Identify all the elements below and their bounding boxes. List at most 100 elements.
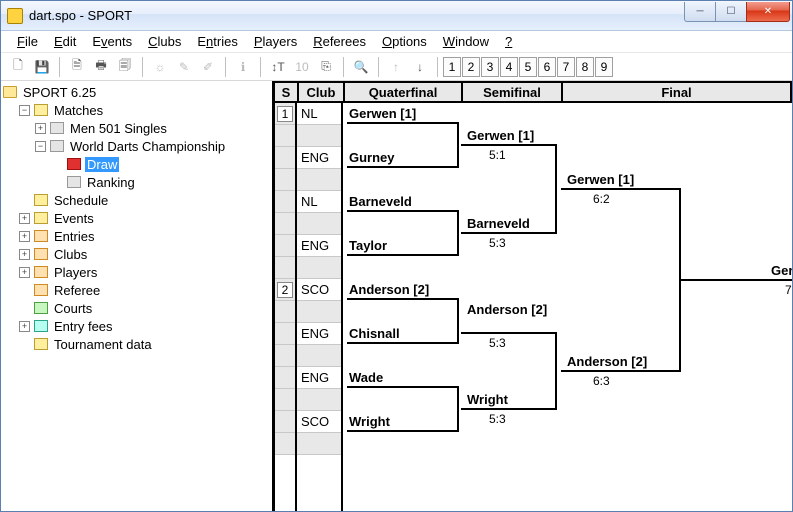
view-9[interactable]: 9 bbox=[595, 57, 613, 77]
save-icon[interactable]: 💾 bbox=[31, 56, 53, 78]
tree-draw[interactable]: Draw bbox=[3, 155, 270, 173]
club-r11: ENG bbox=[297, 323, 341, 345]
events-icon bbox=[34, 212, 48, 224]
up-icon[interactable]: ↑ bbox=[385, 56, 407, 78]
menu-events[interactable]: Events bbox=[84, 32, 140, 51]
tree: SPORT 6.25 − Matches + Men 501 Singles −… bbox=[3, 83, 270, 353]
f-w1: Gerwen [1] bbox=[567, 172, 634, 187]
maximize-button[interactable]: ☐ bbox=[715, 2, 747, 22]
view-3[interactable]: 3 bbox=[481, 57, 499, 77]
minimize-button[interactable]: ─ bbox=[684, 2, 716, 22]
fees-icon bbox=[34, 320, 48, 332]
club-r5: NL bbox=[297, 191, 341, 213]
tree-matches[interactable]: − Matches bbox=[3, 101, 270, 119]
folder-icon bbox=[3, 86, 17, 98]
qf-p4: Taylor bbox=[349, 238, 387, 253]
menu-players[interactable]: Players bbox=[246, 32, 305, 51]
view-6[interactable]: 6 bbox=[538, 57, 556, 77]
f-s2: 6:3 bbox=[593, 374, 610, 388]
bracket-header: S Club Quaterfinal Semifinal Final bbox=[273, 81, 792, 103]
tree-entryfees[interactable]: + Entry fees bbox=[3, 317, 270, 335]
print-icon[interactable]: 🖶 bbox=[90, 56, 112, 78]
tree-events[interactable]: + Events bbox=[3, 209, 270, 227]
col-qf: Quaterfinal bbox=[345, 83, 463, 101]
separator bbox=[225, 57, 226, 77]
page-icon[interactable]: 🗎 bbox=[66, 56, 88, 78]
sf-w3: Anderson [2] bbox=[467, 302, 547, 317]
item-icon bbox=[67, 176, 81, 188]
app-window: dart.spo - SPORT ─ ☐ ✕ File Edit Events … bbox=[0, 0, 793, 512]
club-col: NL ENG NL ENG SCO ENG ENG SCO bbox=[297, 103, 343, 511]
tree-players[interactable]: + Players bbox=[3, 263, 270, 281]
view-2[interactable]: 2 bbox=[462, 57, 480, 77]
draw-icon bbox=[67, 158, 81, 170]
qf-p7: Wade bbox=[349, 370, 383, 385]
separator bbox=[437, 57, 438, 77]
col-club: Club bbox=[299, 83, 345, 101]
sf-s2: 5:3 bbox=[489, 236, 506, 250]
tag-icon[interactable]: ⎘ bbox=[315, 56, 337, 78]
ten-icon[interactable]: 10 bbox=[291, 56, 313, 78]
entries-icon bbox=[34, 230, 48, 242]
courts-icon bbox=[34, 302, 48, 314]
sun-icon[interactable]: ☼ bbox=[149, 56, 171, 78]
tree-courts[interactable]: Courts bbox=[3, 299, 270, 317]
view-4[interactable]: 4 bbox=[500, 57, 518, 77]
f-s1: 6:2 bbox=[593, 192, 610, 206]
tree-root[interactable]: SPORT 6.25 bbox=[3, 83, 270, 101]
view-1[interactable]: 1 bbox=[443, 57, 461, 77]
sf-s4: 5:3 bbox=[489, 412, 506, 426]
club-r7: ENG bbox=[297, 235, 341, 257]
close-button[interactable]: ✕ bbox=[746, 2, 790, 22]
menu-help[interactable]: ? bbox=[497, 32, 520, 51]
qf-p5: Anderson [2] bbox=[349, 282, 429, 297]
qf-p3: Barneveld bbox=[349, 194, 412, 209]
col-final: Final bbox=[563, 83, 790, 101]
view-5[interactable]: 5 bbox=[519, 57, 537, 77]
down-icon[interactable]: ↓ bbox=[409, 56, 431, 78]
qf-p8: Wright bbox=[349, 414, 390, 429]
menu-referees[interactable]: Referees bbox=[305, 32, 374, 51]
winner-col: Gerwen 7:3 bbox=[771, 103, 792, 511]
window-title: dart.spo - SPORT bbox=[29, 8, 685, 23]
tree-men501[interactable]: + Men 501 Singles bbox=[3, 119, 270, 137]
clubs-icon bbox=[34, 248, 48, 260]
bracket-panel: S Club Quaterfinal Semifinal Final 1 2 bbox=[273, 81, 792, 511]
tree-schedule[interactable]: Schedule bbox=[3, 191, 270, 209]
separator bbox=[59, 57, 60, 77]
window-controls: ─ ☐ ✕ bbox=[685, 2, 790, 22]
bracket-body: 1 2 NL ENG NL ENG SCO bbox=[273, 103, 792, 511]
sf-col: Gerwen [1] 5:1 Barneveld 5:3 Anderson [2… bbox=[461, 103, 561, 511]
tree-referee[interactable]: Referee bbox=[3, 281, 270, 299]
tree-wdc[interactable]: − World Darts Championship bbox=[3, 137, 270, 155]
menu-edit[interactable]: Edit bbox=[46, 32, 84, 51]
col-sf: Semifinal bbox=[463, 83, 563, 101]
preview-icon[interactable]: 🗐 bbox=[114, 56, 136, 78]
menu-clubs[interactable]: Clubs bbox=[140, 32, 189, 51]
text-tool-icon[interactable]: ↕T bbox=[267, 56, 289, 78]
menu-window[interactable]: Window bbox=[435, 32, 497, 51]
zoom-icon[interactable]: 🔍 bbox=[350, 56, 372, 78]
qf-p2: Gurney bbox=[349, 150, 395, 165]
pencil-icon[interactable]: ✎ bbox=[173, 56, 195, 78]
clock-icon bbox=[34, 194, 48, 206]
seed-col: 1 2 bbox=[273, 103, 297, 511]
tree-tdata[interactable]: Tournament data bbox=[3, 335, 270, 353]
seed-2: 2 bbox=[277, 282, 293, 298]
bulb-icon[interactable]: ℹ bbox=[232, 56, 254, 78]
brush-icon[interactable]: ✐ bbox=[197, 56, 219, 78]
menu-options[interactable]: Options bbox=[374, 32, 435, 51]
tree-clubs[interactable]: + Clubs bbox=[3, 245, 270, 263]
view-7[interactable]: 7 bbox=[557, 57, 575, 77]
body: SPORT 6.25 − Matches + Men 501 Singles −… bbox=[1, 81, 792, 511]
separator bbox=[142, 57, 143, 77]
club-r9: SCO bbox=[297, 279, 341, 301]
tree-ranking[interactable]: Ranking bbox=[3, 173, 270, 191]
new-icon[interactable]: 🗋 bbox=[7, 56, 29, 78]
club-r13: ENG bbox=[297, 367, 341, 389]
tree-entries[interactable]: + Entries bbox=[3, 227, 270, 245]
view-8[interactable]: 8 bbox=[576, 57, 594, 77]
menu-entries[interactable]: Entries bbox=[189, 32, 245, 51]
app-icon bbox=[7, 8, 23, 24]
menu-file[interactable]: File bbox=[9, 32, 46, 51]
